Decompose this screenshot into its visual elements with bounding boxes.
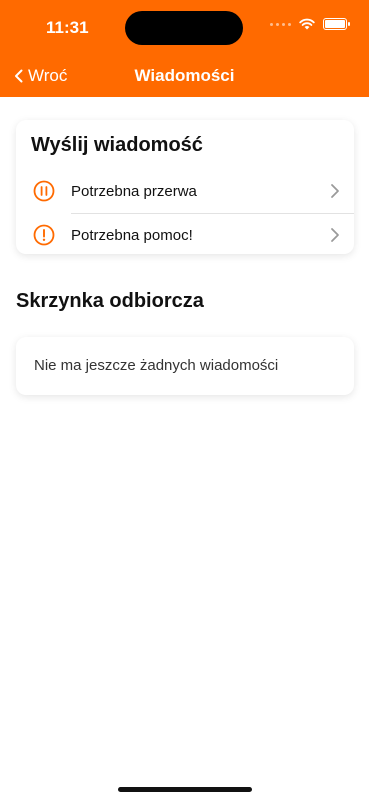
page-title: Wiadomości bbox=[134, 66, 235, 85]
battery-icon bbox=[323, 18, 350, 30]
pause-circle-icon bbox=[33, 180, 55, 202]
dynamic-island bbox=[125, 11, 243, 45]
wifi-icon bbox=[299, 18, 315, 30]
inbox-empty-text: Nie ma jeszcze żadnych wiadomości bbox=[34, 357, 279, 374]
status-time: 11:31 bbox=[46, 18, 89, 37]
app-header: 11:31 Wroć Wiadomości bbox=[0, 0, 369, 97]
send-message-card: Wyślij wiadomość Potrzebna przerwa Potrz… bbox=[16, 120, 354, 254]
home-indicator bbox=[118, 787, 252, 792]
help-needed-row[interactable]: Potrzebna pomoc! bbox=[16, 214, 354, 256]
inbox-title: Skrzynka odbiorcza bbox=[16, 290, 204, 312]
send-message-title: Wyślij wiadomość bbox=[31, 134, 203, 156]
break-needed-row[interactable]: Potrzebna przerwa bbox=[16, 170, 354, 212]
signal-icon bbox=[270, 22, 291, 26]
chevron-right-icon bbox=[331, 184, 339, 198]
help-needed-label: Potrzebna pomoc! bbox=[71, 226, 193, 244]
screen: 11:31 Wroć Wiadomości Wyślij wiadomość P… bbox=[0, 0, 369, 800]
inbox-card: Nie ma jeszcze żadnych wiadomości bbox=[16, 337, 354, 395]
exclamation-circle-icon bbox=[33, 224, 55, 246]
chevron-right-icon bbox=[331, 228, 339, 242]
status-icons bbox=[270, 18, 350, 30]
break-needed-label: Potrzebna przerwa bbox=[71, 182, 197, 200]
